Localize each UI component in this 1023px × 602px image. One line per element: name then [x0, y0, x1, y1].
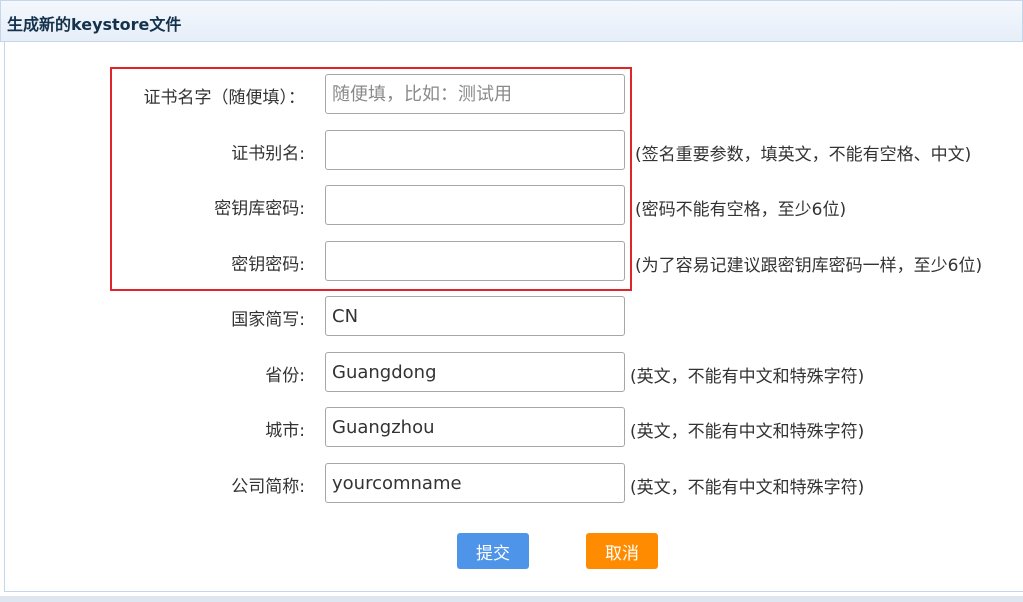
country-input[interactable] [325, 296, 625, 336]
submit-button[interactable]: 提交 [457, 533, 529, 569]
key-password-input[interactable] [325, 241, 625, 281]
form-row-cert-name: 证书名字（随便填）： [0, 74, 1023, 114]
key-password-label: 密钥密码: [231, 255, 305, 275]
company-input[interactable] [325, 463, 625, 503]
key-password-hint: (为了容易记建议跟密钥库密码一样，至少6位) [635, 256, 983, 276]
province-input[interactable] [325, 352, 625, 392]
cert-alias-input[interactable] [325, 130, 625, 170]
form-row-province: 省份: (英文，不能有中文和特殊字符) [0, 352, 1023, 392]
form-row-city: 城市: (英文，不能有中文和特殊字符) [0, 407, 1023, 447]
cert-name-label: 证书名字（随便填）： [143, 88, 306, 108]
panel-header: 生成新的keystore文件 [0, 0, 1023, 42]
form-row-keystore-password: 密钥库密码: (密码不能有空格，至少6位) [0, 185, 1023, 225]
keystore-password-hint: (密码不能有空格，至少6位) [635, 200, 847, 220]
keystore-password-input[interactable] [325, 185, 625, 225]
cert-alias-hint: (签名重要参数，填英文，不能有空格、中文) [635, 145, 972, 165]
cert-name-input[interactable] [325, 74, 625, 114]
keystore-password-label: 密钥库密码: [214, 199, 305, 219]
city-input[interactable] [325, 407, 625, 447]
company-hint: (英文，不能有中文和特殊字符) [630, 478, 865, 498]
company-label: 公司简称: [231, 477, 305, 497]
province-hint: (英文，不能有中文和特殊字符) [630, 367, 865, 387]
form-row-company: 公司简称: (英文，不能有中文和特殊字符) [0, 463, 1023, 503]
bottom-strip [0, 596, 1023, 602]
form-row-key-password: 密钥密码: (为了容易记建议跟密钥库密码一样，至少6位) [0, 241, 1023, 281]
cert-alias-label: 证书别名: [231, 144, 305, 164]
form-row-cert-alias: 证书别名: (签名重要参数，填英文，不能有空格、中文) [0, 130, 1023, 170]
province-label: 省份: [265, 366, 305, 386]
city-hint: (英文，不能有中文和特殊字符) [630, 422, 865, 442]
cancel-button[interactable]: 取消 [586, 533, 658, 569]
country-label: 国家简写: [231, 310, 305, 330]
city-label: 城市: [265, 421, 305, 441]
form-row-country: 国家简写: [0, 296, 1023, 336]
keystore-dialog: 生成新的keystore文件 证书名字（随便填）： 证书别名: (签名重要参数，… [0, 0, 1023, 602]
panel-title: 生成新的keystore文件 [7, 15, 182, 34]
